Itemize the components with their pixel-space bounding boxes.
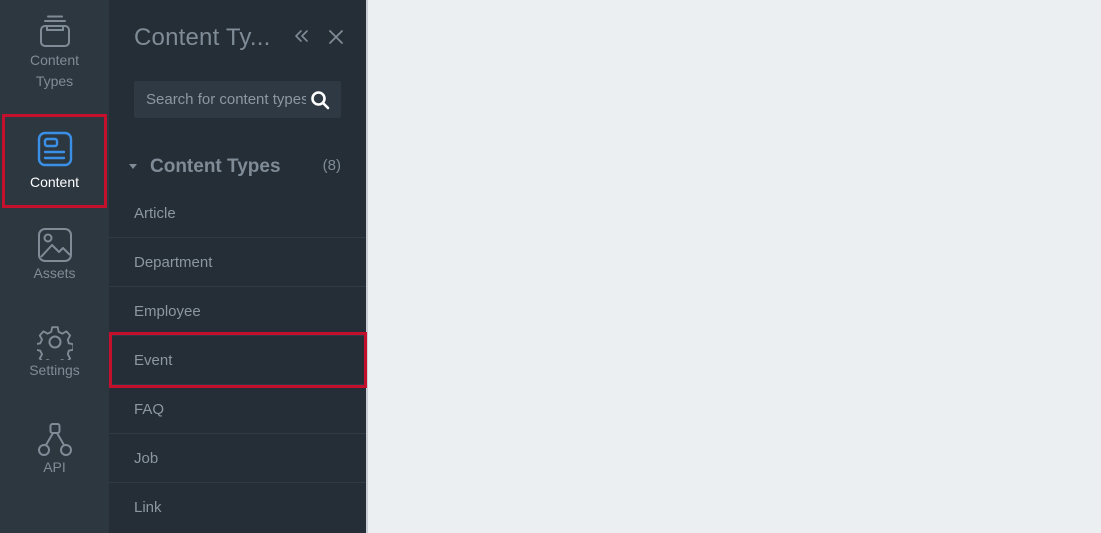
app: Content Types Content Assets Settings AP… bbox=[0, 0, 1101, 533]
panel-title: Content Ty... bbox=[134, 24, 271, 51]
search-icon[interactable] bbox=[310, 90, 330, 110]
rail-item-content[interactable]: Content bbox=[0, 117, 109, 214]
gear-icon bbox=[36, 326, 73, 360]
icon-rail: Content Types Content Assets Settings AP… bbox=[0, 0, 109, 533]
rail-item-assets[interactable]: Assets bbox=[0, 213, 109, 310]
content-type-item-faq[interactable]: FAQ bbox=[109, 385, 366, 434]
content-types-group-header[interactable]: Content Types (8) bbox=[109, 150, 366, 184]
rail-item-label: Settings bbox=[29, 362, 80, 378]
rail-item-label: Content Types bbox=[29, 52, 80, 89]
content-type-item-department[interactable]: Department bbox=[109, 238, 366, 287]
group-label: Content Types bbox=[150, 156, 281, 177]
content-icon bbox=[37, 131, 72, 167]
content-type-item-link[interactable]: Link bbox=[109, 483, 366, 532]
rail-item-label: Content bbox=[29, 174, 80, 190]
content-type-item-article[interactable]: Article bbox=[109, 189, 366, 238]
content-types-icon bbox=[39, 15, 70, 47]
caret-down-icon bbox=[129, 164, 137, 169]
main-content-area bbox=[368, 0, 1101, 533]
rail-item-label: Assets bbox=[33, 265, 76, 281]
content-type-item-employee[interactable]: Employee bbox=[109, 287, 366, 336]
rail-item-settings[interactable]: Settings bbox=[0, 310, 109, 407]
content-type-item-event[interactable]: Event bbox=[109, 336, 366, 385]
rail-item-label: API bbox=[43, 459, 66, 475]
rail-item-api[interactable]: API bbox=[0, 407, 109, 504]
double-chevron-left-icon[interactable] bbox=[293, 28, 309, 44]
image-icon bbox=[37, 228, 72, 262]
rail-item-content-types[interactable]: Content Types bbox=[0, 0, 109, 97]
search-input[interactable] bbox=[134, 81, 306, 118]
close-icon[interactable] bbox=[328, 29, 344, 45]
content-types-panel: Content Ty... Content Types (8) Article bbox=[109, 0, 366, 533]
content-type-item-job[interactable]: Job bbox=[109, 434, 366, 483]
api-icon bbox=[37, 423, 72, 456]
group-count: (8) bbox=[322, 157, 341, 174]
search-box bbox=[134, 81, 341, 118]
content-types-list: Article Department Employee Event FAQ Jo… bbox=[109, 189, 366, 532]
